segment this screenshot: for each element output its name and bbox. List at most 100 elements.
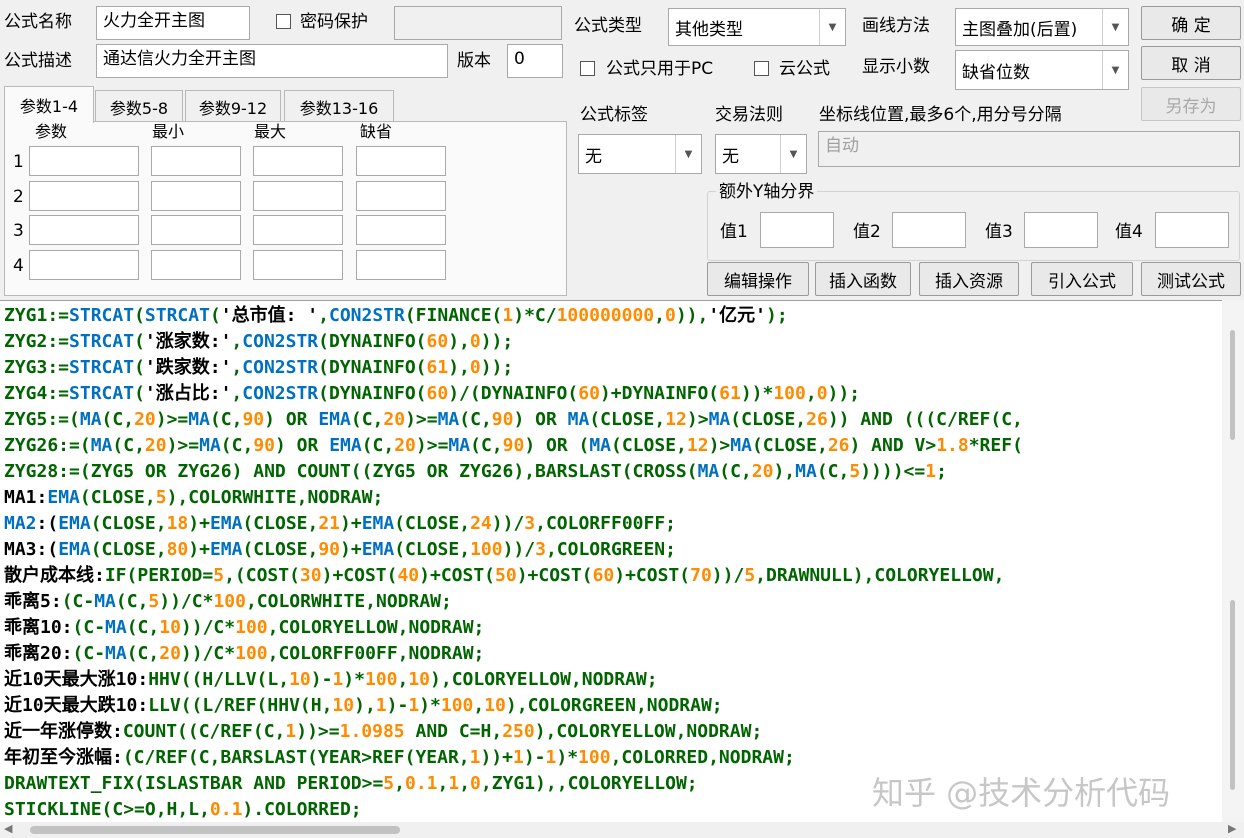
formula-desc-input[interactable]: 通达信火力全开主图 bbox=[96, 44, 448, 78]
pc-only-checkbox[interactable] bbox=[580, 61, 595, 76]
code-token: ZYG5:=( bbox=[4, 409, 80, 430]
trade-rule-select[interactable]: 无 ▼ bbox=[715, 134, 807, 174]
code-line[interactable]: ZYG26:=(MA(C,20)>=MA(C,90) OR EMA(C,20)>… bbox=[4, 433, 1023, 459]
code-token: ), bbox=[448, 357, 470, 378]
code-token: ,COLORGREEN; bbox=[545, 539, 676, 560]
scroll-left-icon[interactable]: ◀ bbox=[4, 822, 12, 835]
param-max-input[interactable] bbox=[253, 146, 343, 176]
code-token: (C- bbox=[61, 591, 95, 612]
param-default-input[interactable] bbox=[356, 146, 446, 176]
param-max-input[interactable] bbox=[253, 181, 343, 211]
tab-params-5-8[interactable]: 参数5-8 bbox=[95, 90, 183, 122]
code-token: 1 bbox=[332, 669, 344, 690]
tab-params-9-12[interactable]: 参数9-12 bbox=[185, 90, 281, 122]
code-token: EMA bbox=[361, 513, 395, 534]
code-token: , bbox=[231, 383, 243, 404]
code-line[interactable]: ZYG5:=(MA(C,20)>=MA(C,90) OR EMA(C,20)>=… bbox=[4, 407, 1023, 433]
code-line[interactable]: MA3:(EMA(CLOSE,80)+EMA(CLOSE,90)+EMA(CLO… bbox=[4, 537, 676, 563]
code-line[interactable]: ZYG28:=(ZYG5 OR ZYG26) AND COUNT((ZYG5 O… bbox=[4, 459, 947, 485]
param-name-input[interactable] bbox=[29, 181, 139, 211]
code-token: ) AND V> bbox=[849, 435, 937, 456]
param-min-input[interactable] bbox=[151, 215, 241, 245]
code-line[interactable]: 乖离5:(C-MA(C,5))/C*100,COLORWHITE,NODRAW; bbox=[4, 589, 452, 615]
insert-function-button[interactable]: 插入函数 bbox=[815, 262, 911, 296]
param-min-input[interactable] bbox=[151, 250, 241, 280]
param-default-input[interactable] bbox=[356, 215, 446, 245]
code-token: COUNT((C/REF(C, bbox=[122, 721, 286, 742]
code-line[interactable]: MA1:EMA(CLOSE,5),COLORWHITE,NODRAW; bbox=[4, 485, 383, 511]
save-as-button[interactable]: 另存为 bbox=[1141, 87, 1241, 121]
test-formula-button[interactable]: 测试公式 bbox=[1141, 262, 1241, 296]
code-token: 100 bbox=[578, 747, 611, 768]
code-token: 1 bbox=[545, 747, 557, 768]
version-input[interactable]: 0 bbox=[507, 44, 563, 78]
code-line[interactable]: ZYG3:=STRCAT('跌家数:',CON2STR(DYNAINFO(61)… bbox=[4, 355, 513, 381]
y-axis-value-3-input[interactable] bbox=[1024, 212, 1098, 248]
code-token: )/(DYNAINFO( bbox=[448, 383, 579, 404]
y-axis-value-2-input[interactable] bbox=[892, 212, 966, 248]
tab-params-13-16[interactable]: 参数13-16 bbox=[284, 90, 394, 122]
code-token: , bbox=[397, 669, 409, 690]
cancel-button[interactable]: 取 消 bbox=[1141, 46, 1241, 80]
code-token: )+ bbox=[188, 539, 210, 560]
edit-operation-button[interactable]: 编辑操作 bbox=[707, 262, 809, 296]
param-name-input[interactable] bbox=[29, 250, 139, 280]
code-line[interactable]: 乖离10:(C-MA(C,10))/C*100,COLORYELLOW,NODR… bbox=[4, 615, 484, 641]
param-name-input[interactable] bbox=[29, 215, 139, 245]
param-default-input[interactable] bbox=[356, 250, 446, 280]
code-token: 乖离5: bbox=[4, 591, 62, 612]
code-token: 250 bbox=[502, 721, 535, 742]
coord-line-input[interactable]: 自动 bbox=[818, 131, 1240, 167]
code-token: 10 bbox=[159, 617, 181, 638]
param-default-input[interactable] bbox=[356, 181, 446, 211]
param-max-input[interactable] bbox=[253, 215, 343, 245]
y-axis-value-1-input[interactable] bbox=[760, 212, 834, 248]
code-line[interactable]: 近10天最大涨10:HHV((H/LLV(L,10)-1)*100,10),CO… bbox=[4, 667, 658, 693]
password-checkbox[interactable] bbox=[276, 14, 291, 29]
code-token: 100 bbox=[235, 617, 268, 638]
formula-name-input[interactable]: 火力全开主图 bbox=[96, 6, 250, 40]
vertical-scrollbar[interactable] bbox=[1222, 300, 1244, 822]
y-axis-value-4-input[interactable] bbox=[1155, 212, 1229, 248]
param-max-input[interactable] bbox=[253, 250, 343, 280]
cloud-formula-checkbox[interactable] bbox=[754, 61, 769, 76]
formula-type-select[interactable]: 其他类型 ▼ bbox=[668, 8, 846, 46]
code-line[interactable]: 散户成本线:IF(PERIOD=5,(COST(30)+COST(40)+COS… bbox=[4, 563, 1004, 589]
code-line[interactable]: ZYG1:=STRCAT(STRCAT('总市值: ',CON2STR(FINA… bbox=[4, 303, 788, 329]
code-line[interactable]: ZYG2:=STRCAT('涨家数:',CON2STR(DYNAINFO(60)… bbox=[4, 329, 513, 355]
code-token: MA bbox=[437, 409, 460, 430]
draw-method-select[interactable]: 主图叠加(后置) ▼ bbox=[955, 8, 1129, 46]
param-min-input[interactable] bbox=[151, 146, 241, 176]
code-token: '涨家数:' bbox=[144, 331, 232, 352]
code-token: (CLOSE, bbox=[730, 409, 807, 430]
code-token: STRCAT bbox=[69, 383, 135, 404]
insert-resource-button[interactable]: 插入资源 bbox=[919, 262, 1019, 296]
tab-params-1-4[interactable]: 参数1-4 bbox=[4, 86, 94, 123]
code-line[interactable]: 近一年涨停数:COUNT((C/REF(C,1))>=1.0985 AND C=… bbox=[4, 719, 762, 745]
formula-tag-select[interactable]: 无 ▼ bbox=[578, 134, 702, 174]
param-min-input[interactable] bbox=[151, 181, 241, 211]
code-line[interactable]: DRAWTEXT_FIX(ISLASTBAR AND PERIOD>=5,0.1… bbox=[4, 771, 698, 797]
ok-button[interactable]: 确 定 bbox=[1141, 6, 1241, 40]
code-token: ))/C* bbox=[180, 617, 236, 638]
decimals-select[interactable]: 缺省位数 ▼ bbox=[955, 50, 1129, 90]
code-line[interactable]: 乖离20:(C-MA(C,20))/C*100,COLORFF00FF,NODR… bbox=[4, 641, 484, 667]
code-token: 近10天最大涨10: bbox=[4, 669, 149, 690]
scroll-right-icon[interactable]: ▶ bbox=[1228, 822, 1236, 835]
y-axis-value-label: 值3 bbox=[985, 222, 1013, 242]
password-input[interactable] bbox=[394, 6, 562, 40]
code-token: 20 bbox=[383, 409, 406, 430]
import-formula-button[interactable]: 引入公式 bbox=[1031, 262, 1133, 296]
horizontal-scrollbar-thumb[interactable] bbox=[30, 826, 400, 834]
code-token: )+ bbox=[188, 513, 210, 534]
param-name-input[interactable] bbox=[29, 146, 139, 176]
horizontal-scrollbar[interactable]: ◀ ▶ bbox=[0, 822, 1244, 838]
code-line[interactable]: 近10天最大跌10:LLV((L/REF(HHV(H,10),1)-1)*100… bbox=[4, 693, 723, 719]
code-editor[interactable]: ZYG1:=STRCAT(STRCAT('总市值: ',CON2STR(FINA… bbox=[0, 300, 1244, 838]
code-line[interactable]: ZYG4:=STRCAT('涨占比:',CON2STR(DYNAINFO(60)… bbox=[4, 381, 860, 407]
code-line[interactable]: MA2:(EMA(CLOSE,18)+EMA(CLOSE,21)+EMA(CLO… bbox=[4, 511, 676, 537]
code-line[interactable]: 年初至今涨幅:(C/REF(C,BARSLAST(YEAR>REF(YEAR,1… bbox=[4, 745, 795, 771]
code-line[interactable]: STICKLINE(C>=O,H,L,0.1).COLORRED; bbox=[4, 797, 362, 823]
code-token: 100 bbox=[213, 591, 246, 612]
vertical-scrollbar-thumb[interactable] bbox=[1230, 330, 1235, 440]
